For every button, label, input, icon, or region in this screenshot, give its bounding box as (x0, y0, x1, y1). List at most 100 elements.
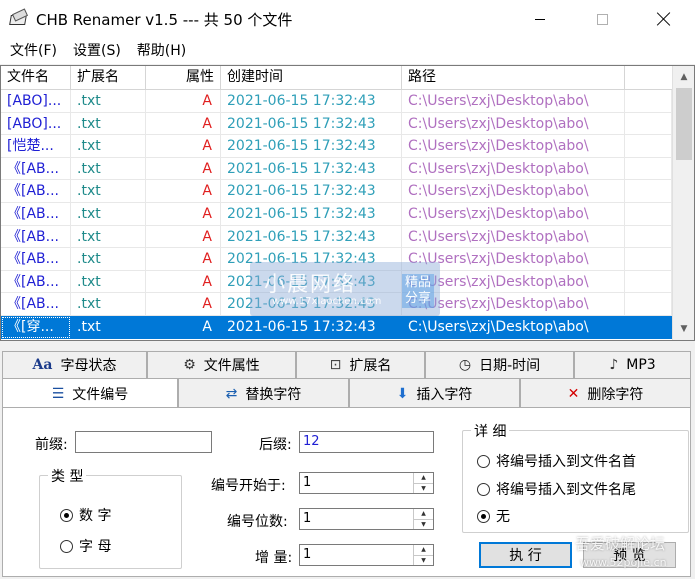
tab-file-attributes[interactable]: ⚙ 文件属性 (147, 351, 296, 378)
column-header-name[interactable]: 文件名 (1, 66, 71, 90)
window-title: CHB Renamer v1.5 --- 共 50 个文件 (36, 10, 293, 29)
row-filler (625, 315, 672, 339)
row-filler (625, 112, 672, 136)
file-path-cell: C:\Users\zxj\Desktop\abo\ (402, 135, 625, 158)
watermark-bottom-title: 吾爱破解论坛 (575, 535, 666, 553)
file-row[interactable]: 《[穿... .txt A 2021-06-15 17:32:43 C:\Users\z… (1, 315, 672, 339)
file-extension-cell: .txt (71, 248, 146, 271)
file-row[interactable]: 《[AB... .txt A 2021-06-15 17:32:43 C:\Users\… (1, 157, 672, 181)
file-extension-cell: .txt (71, 270, 146, 294)
tab-replace-chars[interactable]: ⇄ 替换字符 (178, 378, 349, 408)
tab-file-numbering[interactable]: ☰ 文件编号 (2, 378, 178, 408)
stepper-up-icon[interactable]: ▲ (414, 545, 433, 556)
file-extension-cell: .txt (71, 90, 146, 113)
file-extension-cell: .txt (71, 202, 146, 226)
file-name-cell: 《[AB... (1, 225, 71, 249)
prefix-label: 前缀: (35, 437, 68, 453)
insert-at-start-radio[interactable]: 将编号插入到文件名首 (477, 451, 636, 471)
suffix-input[interactable]: 12 (299, 431, 434, 453)
file-row[interactable]: [ABO]... .txt A 2021-06-15 17:32:43 C:\Users… (1, 112, 672, 136)
stepper-up-icon[interactable]: ▲ (414, 473, 433, 484)
tab-extension[interactable]: ⊡ 扩展名 (296, 351, 425, 378)
stepper-down-icon[interactable]: ▼ (414, 556, 433, 566)
column-header-path[interactable]: 路径 (402, 66, 625, 90)
increment-value: 1 (303, 547, 312, 562)
file-path-cell: C:\Users\zxj\Desktop\abo\ (402, 157, 625, 181)
maximize-button[interactable] (571, 0, 633, 38)
file-name-cell: [ABO]... (1, 90, 71, 113)
radio-label: 字 母 (79, 539, 112, 555)
close-icon (657, 12, 671, 26)
file-path-cell: C:\Users\zxj\Desktop\abo\ (402, 225, 625, 249)
tab-delete-chars[interactable]: ✕ 删除字符 (520, 378, 691, 408)
file-extension-cell: .txt (71, 112, 146, 136)
stepper-up-icon[interactable]: ▲ (414, 509, 433, 520)
file-attribute-cell: A (146, 112, 221, 136)
insert-at-end-radio[interactable]: 将编号插入到文件名尾 (477, 479, 636, 499)
file-name-cell: 《[AB... (1, 202, 71, 226)
stepper-down-icon[interactable]: ▼ (414, 484, 433, 494)
file-name-cell: 《[AB... (1, 180, 71, 203)
no-insert-radio[interactable]: 无 (477, 506, 510, 526)
tab-label: 插入字符 (416, 386, 473, 403)
scroll-up-icon[interactable]: ▲ (673, 66, 694, 88)
file-name-cell: 《[AB... (1, 157, 71, 181)
tab-letter-case[interactable]: Aa 字母状态 (2, 351, 147, 378)
file-attribute-cell: A (146, 90, 221, 113)
file-list-scrollbar[interactable]: ▲ ▼ (672, 66, 694, 340)
delete-x-icon: ✕ (567, 385, 580, 402)
file-list-header: 文件名 扩展名 属性 创建时间 路径 (1, 66, 672, 90)
tab-label: 文件编号 (72, 386, 129, 403)
tab-label: 日期-时间 (479, 358, 541, 374)
radio-label: 无 (496, 509, 510, 525)
scroll-down-icon[interactable]: ▼ (673, 318, 694, 340)
file-row[interactable]: 《[AB... .txt A 2021-06-15 17:32:43 C:\Users\… (1, 225, 672, 249)
file-name-cell: [恺楚... (1, 135, 71, 158)
increment-stepper[interactable]: 1 ▲ ▼ (299, 544, 434, 566)
menu-help[interactable]: 帮助(H) (129, 38, 194, 64)
radio-label: 将编号插入到文件名尾 (496, 482, 636, 498)
stepper-down-icon[interactable]: ▼ (414, 520, 433, 530)
column-header-created-time[interactable]: 创建时间 (221, 66, 402, 90)
watermark-subtitle: www.17xiaochen.com (272, 296, 382, 307)
file-attribute-cell: A (146, 157, 221, 181)
music-file-icon: ♪ (609, 357, 619, 373)
file-row[interactable]: 《[AB... .txt A 2021-06-15 17:32:43 C:\Users\… (1, 180, 672, 203)
file-created-time-cell: 2021-06-15 17:32:43 (221, 202, 402, 226)
row-filler (625, 90, 672, 113)
file-row[interactable]: [ABO]... .txt A 2021-06-15 17:32:43 C:\Users… (1, 90, 672, 113)
file-created-time-cell: 2021-06-15 17:32:43 (221, 112, 402, 136)
file-row[interactable]: 《[AB... .txt A 2021-06-15 17:32:43 C:\Users\… (1, 202, 672, 226)
file-extension-cell: .txt (71, 180, 146, 203)
maximize-icon (596, 13, 608, 25)
type-number-radio[interactable]: 数 字 (60, 505, 111, 525)
menu-settings[interactable]: 设置(S) (65, 38, 129, 64)
type-letter-radio[interactable]: 字 母 (60, 536, 111, 556)
file-created-time-cell: 2021-06-15 17:32:43 (221, 135, 402, 158)
numbered-list-icon: ☰ (51, 385, 65, 402)
column-header-extension[interactable]: 扩展名 (71, 66, 146, 90)
prefix-input[interactable] (75, 431, 212, 453)
tab-date-time[interactable]: ◷ 日期-时间 (425, 351, 574, 378)
scrollbar-thumb[interactable] (676, 88, 692, 160)
menu-file[interactable]: 文件(F) (2, 38, 65, 64)
start-stepper[interactable]: 1 ▲ ▼ (299, 472, 434, 494)
file-attribute-cell: A (146, 225, 221, 249)
column-header-attribute[interactable]: 属性 (146, 66, 221, 90)
tab-label: MP3 (626, 357, 656, 373)
tab-insert-chars[interactable]: ⬇ 插入字符 (349, 378, 520, 408)
radio-unselected-icon (477, 482, 490, 496)
replace-icon: ⇄ (225, 385, 238, 402)
tab-label: 扩展名 (349, 358, 392, 374)
insert-arrow-icon: ⬇ (396, 385, 409, 402)
minimize-button[interactable] (509, 0, 571, 38)
file-row[interactable]: [恺楚... .txt A 2021-06-15 17:32:43 C:\Users\z… (1, 135, 672, 158)
execute-button[interactable]: 执 行 (479, 542, 572, 568)
close-button[interactable] (633, 0, 695, 38)
file-name-cell: 《[AB... (1, 248, 71, 271)
digits-stepper[interactable]: 1 ▲ ▼ (299, 508, 434, 530)
file-attribute-cell: A (146, 315, 221, 339)
gear-icon: ⚙ (183, 357, 196, 373)
tab-mp3[interactable]: ♪ MP3 (574, 351, 691, 378)
digits-value: 1 (303, 511, 312, 526)
